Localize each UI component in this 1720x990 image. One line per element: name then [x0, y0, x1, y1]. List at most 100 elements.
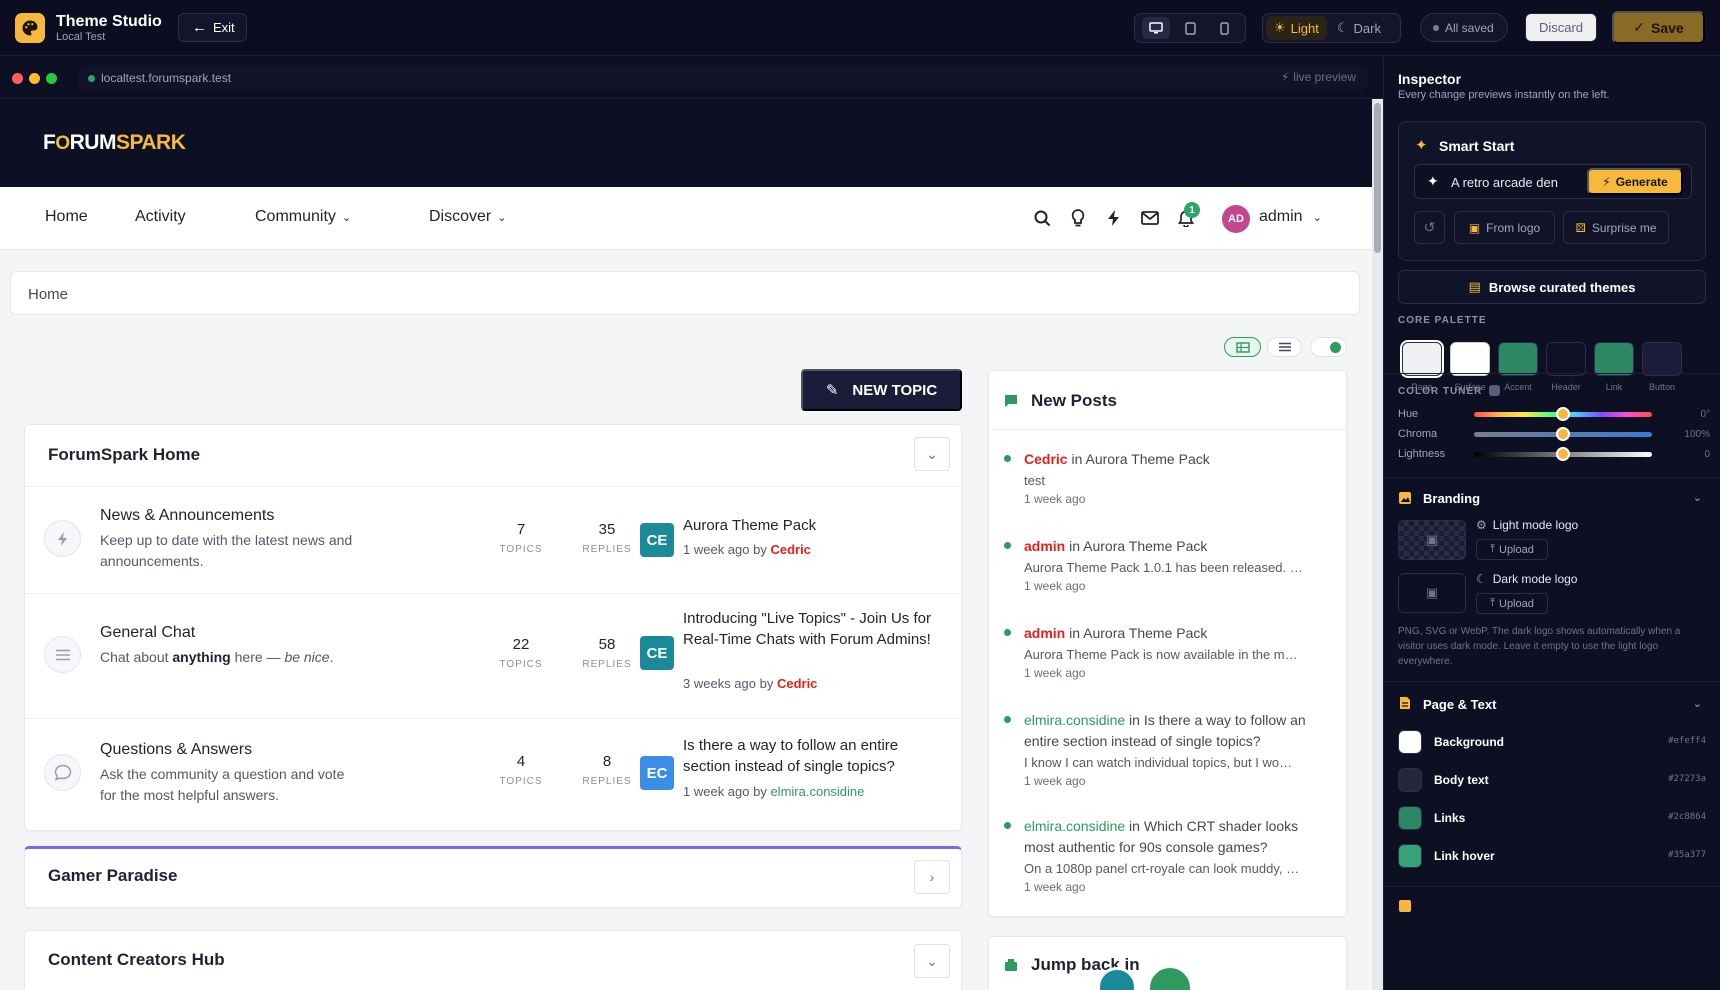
chevron-down-icon[interactable]: ⌄: [1693, 697, 1702, 710]
undo-button[interactable]: ↺: [1414, 211, 1445, 244]
last-post-title[interactable]: Aurora Theme Pack: [683, 515, 943, 536]
post-topic[interactable]: Aurora Theme Pack: [1085, 451, 1209, 467]
branding-title[interactable]: Branding: [1423, 491, 1480, 506]
breadcrumb-home[interactable]: Home: [28, 286, 68, 303]
avatar[interactable]: [1147, 965, 1193, 990]
chevron-down-icon: ⌄: [926, 952, 938, 969]
user-menu[interactable]: admin ⌄: [1259, 208, 1322, 226]
last-post-user[interactable]: Cedric: [770, 542, 810, 557]
swatch-link[interactable]: [1594, 342, 1634, 376]
collapse-button[interactable]: ⌄: [914, 437, 950, 471]
forumspark-logo[interactable]: FORUMSPARK: [43, 131, 186, 155]
swatch-button[interactable]: [1642, 342, 1682, 376]
surprise-me-button[interactable]: ⚄ Surprise me: [1563, 211, 1669, 244]
discard-button[interactable]: Discard: [1525, 13, 1597, 42]
desktop-icon[interactable]: [1142, 17, 1170, 39]
slider-knob[interactable]: [1556, 427, 1570, 441]
avatar[interactable]: CE: [640, 636, 674, 670]
toggle-checkbox[interactable]: [1489, 385, 1501, 396]
color-row-body-text[interactable]: Body text #27273a: [1398, 766, 1706, 794]
forum-name[interactable]: Questions & Answers: [100, 741, 252, 759]
light-logo-dropzone[interactable]: ▣: [1398, 520, 1466, 560]
light-mode-button[interactable]: ☀ Light: [1266, 16, 1327, 40]
chroma-slider[interactable]: [1474, 427, 1652, 441]
lightbulb-icon[interactable]: [1067, 207, 1089, 229]
nav-discover[interactable]: Discover ⌄: [429, 208, 506, 226]
chevron-down-icon[interactable]: ⌄: [1693, 491, 1702, 504]
expand-button[interactable]: ›: [914, 860, 950, 894]
lightness-slider[interactable]: [1474, 447, 1652, 461]
moon-icon: ☾: [1476, 572, 1487, 586]
swatch-page[interactable]: [1400, 340, 1444, 378]
color-swatch[interactable]: [1398, 730, 1422, 754]
new-post-item[interactable]: Cedric in Aurora Theme Pack test 1 week …: [1004, 449, 1324, 506]
from-logo-button[interactable]: ▣ From logo: [1454, 211, 1555, 244]
nav-home[interactable]: Home: [45, 208, 88, 226]
scrollbar-thumb[interactable]: [1374, 103, 1381, 253]
light-mode-label: Light: [1290, 20, 1319, 36]
post-user[interactable]: elmira.considine: [1024, 818, 1125, 834]
upload-light-logo-button[interactable]: ⤒ Upload: [1476, 539, 1548, 560]
page-text-title[interactable]: Page & Text: [1423, 697, 1496, 712]
forum-name[interactable]: News & Announcements: [100, 507, 274, 525]
mobile-icon[interactable]: [1210, 17, 1238, 39]
last-post-user[interactable]: elmira.considine: [770, 784, 864, 799]
category-title[interactable]: ForumSpark Home: [48, 445, 200, 465]
post-user[interactable]: admin: [1024, 538, 1065, 554]
nav-community[interactable]: Community ⌄: [255, 208, 351, 226]
slider-knob[interactable]: [1556, 407, 1570, 421]
generate-button[interactable]: ⚡ Generate: [1587, 168, 1683, 195]
post-user[interactable]: admin: [1024, 625, 1065, 641]
scrollbar[interactable]: [1372, 99, 1383, 990]
color-row-link-hover[interactable]: Link hover #35a377: [1398, 842, 1706, 870]
last-post-time: 3 weeks ago by: [683, 676, 777, 691]
search-icon[interactable]: [1031, 207, 1053, 229]
category-title[interactable]: Content Creators Hub: [48, 950, 225, 970]
exit-button[interactable]: ← Exit: [178, 13, 247, 42]
nav-activity[interactable]: Activity: [135, 208, 186, 226]
last-post-user[interactable]: Cedric: [777, 676, 817, 691]
swatch-accent[interactable]: [1498, 342, 1538, 376]
mail-icon[interactable]: [1139, 207, 1161, 229]
category-title[interactable]: Gamer Paradise: [48, 866, 177, 886]
new-post-item[interactable]: elmira.considine in Which CRT shader loo…: [1004, 816, 1324, 894]
theme-prompt-input[interactable]: ✦ A retro arcade den ⚡ Generate: [1414, 164, 1692, 199]
hue-slider[interactable]: [1474, 407, 1652, 421]
list-view-toggle[interactable]: [1267, 337, 1302, 357]
post-topic[interactable]: Aurora Theme Pack: [1083, 625, 1207, 641]
new-post-item[interactable]: elmira.considine in Is there a way to fo…: [1004, 710, 1324, 788]
new-post-item[interactable]: admin in Aurora Theme Pack Aurora Theme …: [1004, 623, 1324, 680]
avatar[interactable]: CE: [640, 523, 674, 557]
color-swatch[interactable]: [1398, 844, 1422, 868]
upload-dark-logo-button[interactable]: ⤒ Upload: [1476, 593, 1548, 614]
last-post-title[interactable]: Is there a way to follow an entire secti…: [683, 735, 943, 777]
from-logo-label: From logo: [1486, 220, 1541, 235]
color-swatch[interactable]: [1398, 806, 1422, 830]
bolt-icon[interactable]: [1103, 207, 1125, 229]
dark-mode-button[interactable]: ☾ Dark: [1329, 16, 1389, 40]
post-user[interactable]: Cedric: [1024, 451, 1068, 467]
avatar[interactable]: EC: [640, 756, 674, 790]
swatch-surface[interactable]: [1450, 342, 1490, 376]
browse-themes-button[interactable]: ▤ Browse curated themes: [1398, 270, 1706, 304]
tablet-icon[interactable]: [1176, 17, 1204, 39]
avatar[interactable]: AD: [1222, 205, 1250, 233]
color-row-links[interactable]: Links #2c8864: [1398, 804, 1706, 832]
post-user[interactable]: elmira.considine: [1024, 712, 1125, 728]
save-button[interactable]: ✓ Save: [1612, 11, 1705, 44]
post-topic[interactable]: Aurora Theme Pack: [1083, 538, 1207, 554]
slider-knob[interactable]: [1556, 447, 1570, 461]
color-row-background[interactable]: Background #efeff4: [1398, 728, 1706, 756]
new-post-item[interactable]: admin in Aurora Theme Pack Aurora Theme …: [1004, 536, 1324, 593]
forum-name[interactable]: General Chat: [100, 624, 195, 642]
moon-icon: ☾: [1336, 20, 1349, 35]
collapse-button[interactable]: ⌄: [914, 944, 950, 978]
grid-view-toggle[interactable]: [1224, 337, 1261, 357]
new-topic-button[interactable]: ✎ NEW TOPIC: [801, 369, 962, 411]
color-swatch[interactable]: [1398, 768, 1422, 792]
swatch-header[interactable]: [1546, 342, 1586, 376]
layout-toggle-switch[interactable]: [1310, 337, 1347, 357]
last-post-title[interactable]: Introducing "Live Topics" - Join Us for …: [683, 608, 953, 650]
sun-icon: ☀: [1274, 20, 1286, 35]
dark-logo-dropzone[interactable]: ▣: [1398, 573, 1466, 613]
